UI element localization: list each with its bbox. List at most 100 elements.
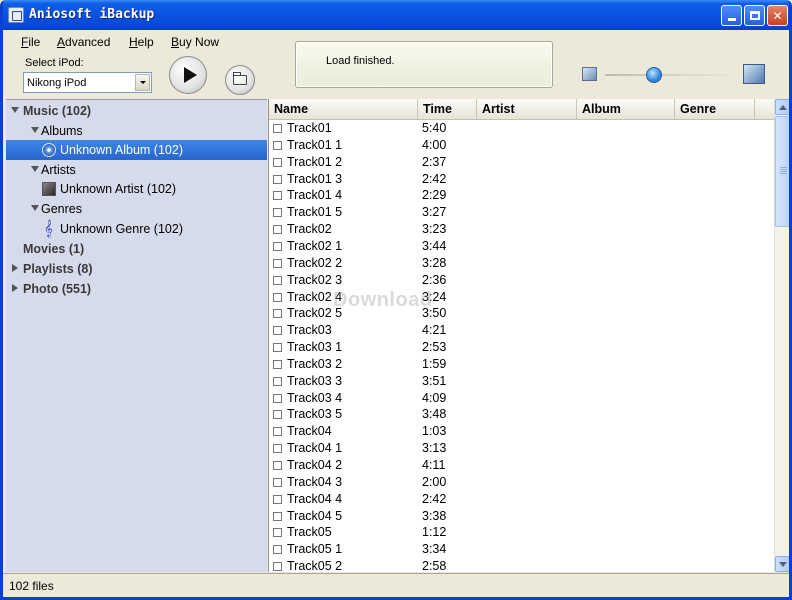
column-header-genre[interactable]: Genre bbox=[675, 99, 755, 120]
table-row[interactable]: Track02 1 3:44 bbox=[269, 238, 774, 255]
tree-item[interactable]: Playlists (8) bbox=[6, 259, 267, 279]
table-row[interactable]: Track03 1 2:53 bbox=[269, 339, 774, 356]
row-checkbox[interactable] bbox=[273, 376, 282, 386]
row-checkbox[interactable] bbox=[273, 511, 282, 521]
scroll-down-button[interactable] bbox=[775, 556, 789, 572]
table-row[interactable]: Track04 5 3:38 bbox=[269, 508, 774, 525]
open-folder-button[interactable] bbox=[225, 65, 255, 95]
tree-item[interactable]: Music (102) bbox=[6, 101, 267, 121]
table-row[interactable]: Track01 2 2:37 bbox=[269, 154, 774, 171]
table-row[interactable]: Track05 1 3:34 bbox=[269, 541, 774, 558]
menu-buy-now[interactable]: Buy Now bbox=[171, 35, 219, 49]
tree-item[interactable]: Movies (1) bbox=[6, 239, 267, 259]
track-time: 2:42 bbox=[422, 491, 447, 506]
track-name: Track01 1 bbox=[287, 137, 343, 152]
row-checkbox[interactable] bbox=[273, 191, 282, 201]
row-checkbox[interactable] bbox=[273, 258, 282, 268]
row-checkbox[interactable] bbox=[273, 157, 282, 167]
menu-advanced[interactable]: Advanced bbox=[57, 35, 110, 49]
window-title: Aniosoft iBackup bbox=[29, 7, 155, 22]
table-row[interactable]: Track03 3 3:51 bbox=[269, 373, 774, 390]
row-checkbox[interactable] bbox=[273, 275, 282, 285]
row-checkbox[interactable] bbox=[273, 326, 282, 336]
volume-slider-track[interactable] bbox=[605, 74, 737, 76]
row-checkbox[interactable] bbox=[273, 241, 282, 251]
table-row[interactable]: Track04 1 3:13 bbox=[269, 440, 774, 457]
row-checkbox[interactable] bbox=[273, 124, 282, 133]
tree-item[interactable]: Photo (551) bbox=[6, 279, 267, 299]
table-row[interactable]: Track04 3 2:00 bbox=[269, 474, 774, 491]
table-row[interactable]: Track04 2 4:11 bbox=[269, 457, 774, 474]
table-row[interactable]: Track01 5 3:27 bbox=[269, 204, 774, 221]
expand-down-icon[interactable] bbox=[31, 166, 39, 172]
table-row[interactable]: Track03 4 4:09 bbox=[269, 390, 774, 407]
tree-item[interactable]: 𝄞 Unknown Genre (102) bbox=[6, 219, 267, 239]
row-checkbox[interactable] bbox=[273, 477, 282, 487]
table-row[interactable]: Track01 5:40 bbox=[269, 120, 774, 137]
table-row[interactable]: Track04 1:03 bbox=[269, 423, 774, 440]
minimize-button[interactable] bbox=[721, 5, 742, 26]
table-row[interactable]: Track03 2 1:59 bbox=[269, 356, 774, 373]
volume-slider-thumb[interactable] bbox=[646, 67, 662, 83]
row-checkbox[interactable] bbox=[273, 140, 282, 150]
row-checkbox[interactable] bbox=[273, 562, 282, 572]
row-checkbox[interactable] bbox=[273, 410, 282, 420]
scroll-up-button[interactable] bbox=[775, 99, 789, 115]
column-header-album[interactable]: Album bbox=[577, 99, 675, 120]
tree-item[interactable]: Unknown Album (102) bbox=[6, 140, 267, 160]
menu-file[interactable]: File bbox=[21, 35, 40, 49]
row-checkbox[interactable] bbox=[273, 208, 282, 218]
expand-down-icon[interactable] bbox=[31, 205, 39, 211]
table-row[interactable]: Track05 2 2:58 bbox=[269, 558, 774, 572]
row-checkbox[interactable] bbox=[273, 393, 282, 403]
row-checkbox[interactable] bbox=[273, 174, 282, 184]
column-header-time[interactable]: Time bbox=[418, 99, 477, 120]
tree-item[interactable]: Albums bbox=[6, 121, 267, 141]
row-checkbox[interactable] bbox=[273, 444, 282, 454]
column-header-name[interactable]: Name bbox=[269, 99, 418, 120]
close-button[interactable]: ✕ bbox=[767, 5, 788, 26]
row-checkbox[interactable] bbox=[273, 225, 282, 235]
chevron-down-icon[interactable] bbox=[135, 74, 150, 91]
table-row[interactable]: Track03 5 3:48 bbox=[269, 406, 774, 423]
table-row[interactable]: Track04 4 2:42 bbox=[269, 491, 774, 508]
title-bar[interactable]: Aniosoft iBackup ✕ bbox=[3, 0, 789, 30]
expand-down-icon[interactable] bbox=[31, 127, 39, 133]
row-checkbox[interactable] bbox=[273, 292, 282, 302]
artist-icon bbox=[42, 182, 56, 196]
column-header-artist[interactable]: Artist bbox=[477, 99, 577, 120]
expand-right-icon[interactable] bbox=[12, 284, 18, 292]
table-row[interactable]: Track01 4 2:29 bbox=[269, 187, 774, 204]
table-row[interactable]: Track02 2 3:28 bbox=[269, 255, 774, 272]
vertical-scrollbar[interactable] bbox=[774, 99, 789, 572]
row-checkbox[interactable] bbox=[273, 359, 282, 369]
maximize-button[interactable] bbox=[744, 5, 765, 26]
table-row[interactable]: Track02 3 2:36 bbox=[269, 272, 774, 289]
table-row[interactable]: Track02 3:23 bbox=[269, 221, 774, 238]
track-time: 4:21 bbox=[422, 323, 447, 338]
expand-down-icon[interactable] bbox=[11, 107, 19, 113]
tree-item[interactable]: Artists bbox=[6, 160, 267, 180]
track-time: 2:00 bbox=[422, 474, 447, 489]
row-checkbox[interactable] bbox=[273, 427, 282, 437]
scroll-thumb[interactable] bbox=[775, 116, 789, 227]
row-checkbox[interactable] bbox=[273, 309, 282, 319]
table-row[interactable]: Track01 3 2:42 bbox=[269, 171, 774, 188]
row-checkbox[interactable] bbox=[273, 545, 282, 555]
table-row[interactable]: Track03 4:21 bbox=[269, 322, 774, 339]
status-message: Load finished. bbox=[326, 55, 395, 67]
track-name: Track03 bbox=[287, 323, 332, 338]
table-row[interactable]: Track05 1:12 bbox=[269, 524, 774, 541]
menu-help[interactable]: Help bbox=[129, 35, 154, 49]
expand-right-icon[interactable] bbox=[12, 264, 18, 272]
row-checkbox[interactable] bbox=[273, 528, 282, 538]
ipod-dropdown[interactable]: Nikong iPod bbox=[23, 72, 152, 93]
track-name: Track03 3 bbox=[287, 373, 343, 388]
tree-item[interactable]: Unknown Artist (102) bbox=[6, 179, 267, 199]
tree-item[interactable]: Genres bbox=[6, 199, 267, 219]
row-checkbox[interactable] bbox=[273, 343, 282, 353]
play-button[interactable] bbox=[169, 56, 207, 94]
row-checkbox[interactable] bbox=[273, 461, 282, 470]
row-checkbox[interactable] bbox=[273, 494, 282, 504]
table-row[interactable]: Track01 1 4:00 bbox=[269, 137, 774, 154]
